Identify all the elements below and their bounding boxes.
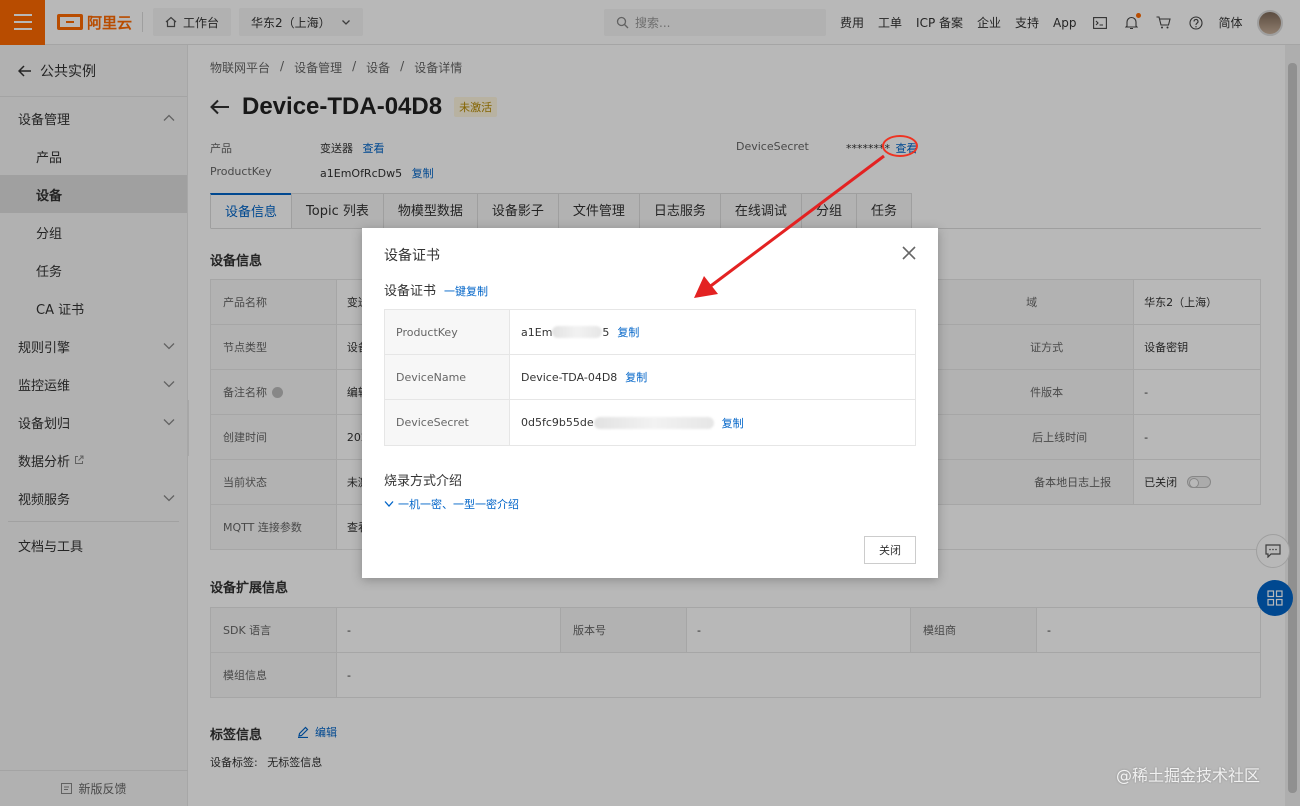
copy-devicesecret-link[interactable]: 复制 [722,415,744,431]
value-prefix: 0d5fc9b55de [521,416,594,429]
cert-section-header: 设备证书 一键复制 [384,280,488,299]
cert-label: DeviceName [385,355,510,399]
annotation-circle [882,135,918,157]
value-prefix: a1Em [521,325,553,339]
devicesecret-redacted: 0d5fc9b55de [521,416,714,429]
productkey-redacted: a1Em 5 [521,326,609,339]
cert-value: 0d5fc9b55de 复制 [510,400,915,445]
cert-table: ProductKey a1Em 5 复制 DeviceName Device-T… [384,309,916,446]
close-icon[interactable] [900,244,918,262]
burn-method-title: 烧录方式介绍 [384,474,463,489]
table-row: ProductKey a1Em 5 复制 [385,310,915,355]
value-suffix: 5 [602,325,610,339]
table-row: DeviceName Device-TDA-04D8 复制 [385,355,915,400]
cert-value: Device-TDA-04D8 复制 [510,355,915,399]
dialog-title: 设备证书 [384,248,440,264]
watermark-text: @稀土掘金技术社区 [1116,766,1261,785]
cert-label: DeviceSecret [385,400,510,445]
burn-method-expand-link[interactable]: 一机一密、一型一密介绍 [384,496,519,512]
cert-section-label: 设备证书 [384,284,437,299]
copy-devicename-link[interactable]: 复制 [625,369,647,385]
close-button[interactable]: 关闭 [864,536,916,564]
redacted-blur [552,326,603,338]
table-row: DeviceSecret 0d5fc9b55de 复制 [385,400,915,445]
device-certificate-dialog: 设备证书 设备证书 一键复制 ProductKey a1Em 5 复制 Devi… [362,228,938,578]
copy-all-link[interactable]: 一键复制 [444,283,488,299]
cert-value: a1Em 5 复制 [510,310,915,354]
cert-label: ProductKey [385,310,510,354]
copy-productkey-link[interactable]: 复制 [617,324,639,340]
devicename-value: Device-TDA-04D8 [521,370,618,384]
chevron-down-icon [384,501,394,507]
burn-method-link-label: 一机一密、一型一密介绍 [398,498,519,511]
redacted-blur [593,416,714,429]
